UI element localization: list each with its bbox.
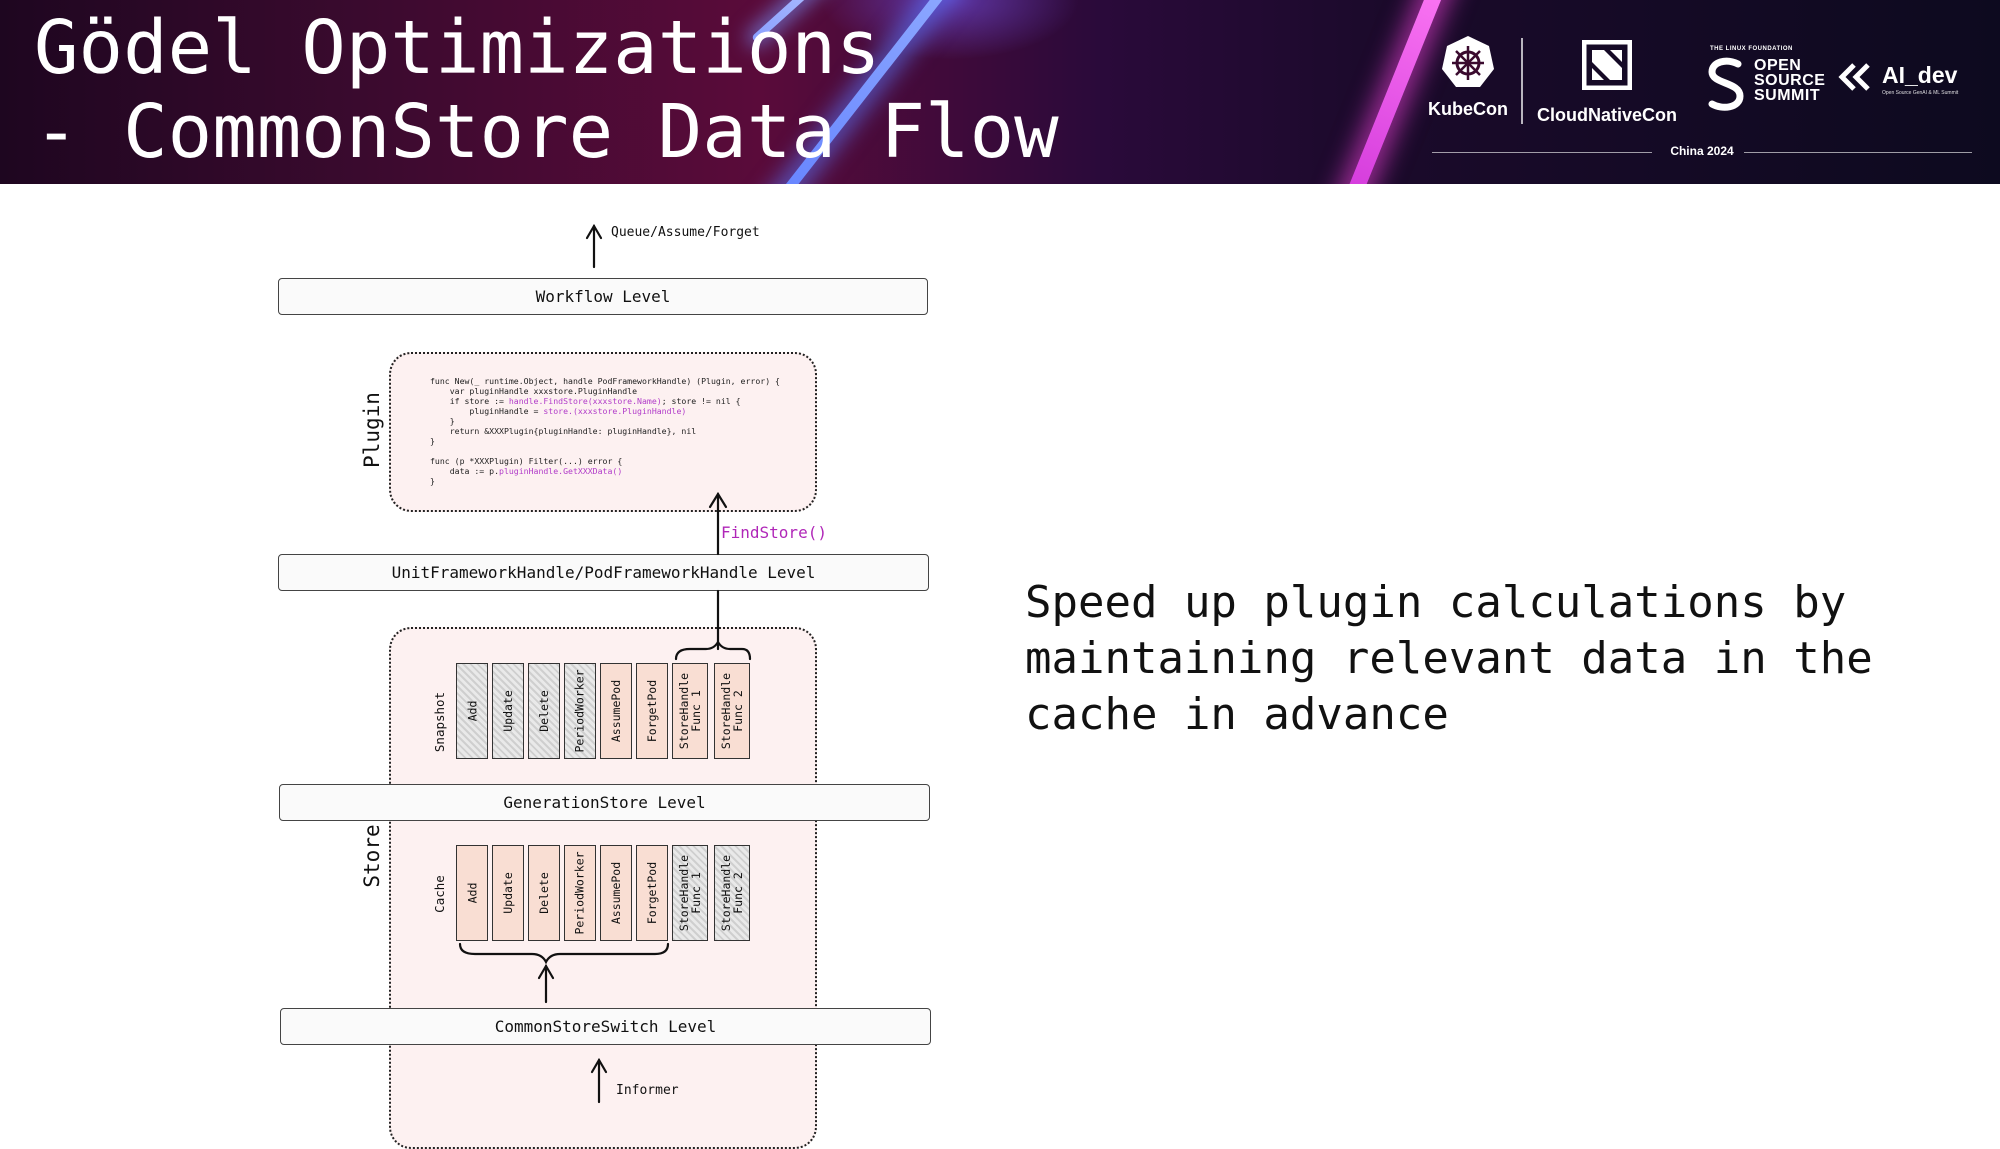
storehandle-brace: [674, 639, 752, 661]
ai-dev-label: AI_dev: [1882, 62, 1958, 88]
slide-description: Speed up plugin calculations by maintain…: [1025, 577, 1873, 740]
diagram-connectors: [458, 223, 752, 1104]
header-banner: Gödel Optimizations - CommonStore Data F…: [0, 0, 2000, 184]
oss-word: SOURCE: [1754, 72, 1826, 89]
event-year-label: China 2024: [1670, 144, 1734, 158]
slide-title: Gödel Optimizations - CommonStore Data F…: [34, 5, 1059, 175]
kubecon-logo: KubeCon: [1424, 34, 1512, 120]
oss-words: OPEN SOURCE SUMMIT: [1754, 57, 1826, 104]
logo-divider: [1521, 38, 1523, 124]
cloudnativecon-logo: CloudNativeCon: [1532, 39, 1682, 126]
helm-wheel-icon: [1442, 36, 1494, 87]
oss-word: OPEN: [1754, 57, 1802, 74]
oss-s-icon: [1708, 57, 1744, 111]
kubecon-label: KubeCon: [1428, 99, 1508, 119]
cache-brace: [458, 942, 670, 965]
cloudnativecon-label: CloudNativeCon: [1536, 105, 1677, 125]
ai-dev-chevron-icon: [1838, 63, 1870, 91]
oss-word: SUMMIT: [1754, 87, 1821, 104]
event-rule: China 2024: [1432, 144, 1972, 162]
commonstore-data-flow-diagram: Plugin func New(_ runtime.Object, handle…: [0, 184, 1000, 1149]
linux-foundation-label: THE LINUX FOUNDATION: [1710, 46, 1793, 52]
rule-line: [1744, 152, 1972, 153]
ai-dev-sublabel: Open Source GenAI & ML Summit: [1882, 90, 1959, 96]
cncf-icon: [1581, 39, 1633, 91]
